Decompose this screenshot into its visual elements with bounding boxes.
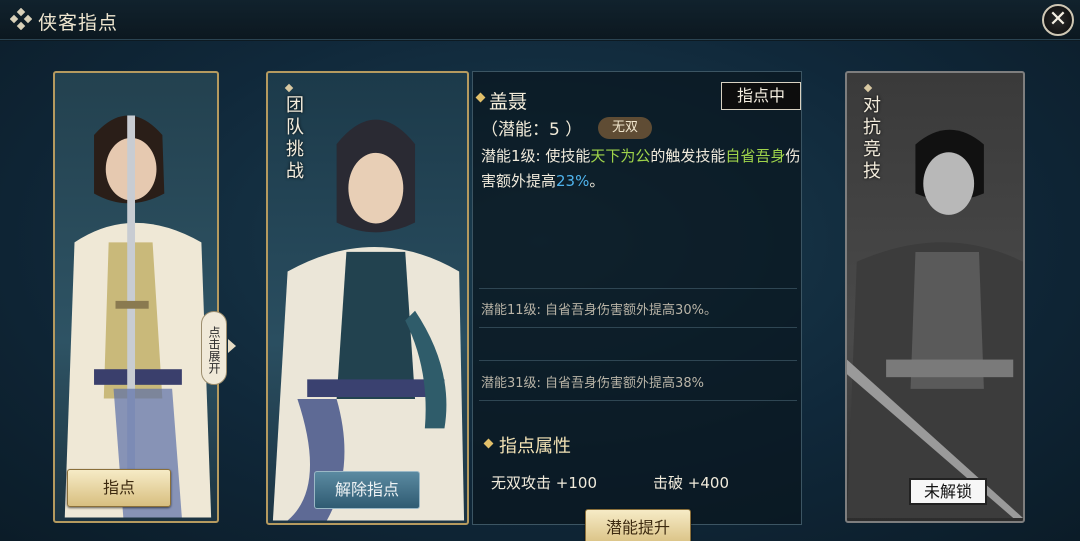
divider [479, 360, 797, 361]
potential-upgrade-button[interactable]: 潜能提升 [585, 509, 691, 541]
page-title: 侠客指点 [38, 12, 119, 34]
main-stage: 指点 点击展开 团队挑战 解除指点 盖聂 指点中 （潜能：5 ） 无双 潜能1级… [0, 41, 1080, 541]
attribute-break: 击破 +400 [653, 472, 729, 493]
expand-tab[interactable]: 点击展开 [201, 311, 227, 385]
attribute-value: +100 [555, 474, 597, 492]
mode-label-pvp: 对抗竞技 [860, 95, 881, 183]
attribute-name: 击破 [653, 474, 684, 492]
close-icon: ✕ [1048, 7, 1068, 32]
potential-level: （潜能：5 ） [481, 120, 583, 140]
divider [479, 327, 797, 328]
name-dot [475, 92, 486, 103]
status-badge: 指点中 [721, 82, 801, 110]
divider [479, 288, 797, 289]
close-button[interactable]: ✕ [1042, 4, 1074, 36]
locked-label: 未解锁 [909, 478, 987, 505]
hero-card-team-challenge[interactable]: 团队挑战 解除指点 [266, 71, 469, 525]
info-panel: 盖聂 指点中 （潜能：5 ） 无双 潜能1级: 使技能天下为公的触发技能自省吾身… [472, 71, 802, 541]
cancel-guide-button[interactable]: 解除指点 [314, 471, 420, 509]
desc-text: 潜能1级: 使技能 [481, 147, 591, 165]
title-knot-icon [10, 8, 32, 30]
skill-name: 自省吾身 [725, 147, 786, 165]
potential-description: 潜能1级: 使技能天下为公的触发技能自省吾身伤害额外提高23%。 [481, 144, 801, 194]
attribute-value: +400 [687, 474, 729, 492]
wushuang-badge: 无双 [598, 117, 652, 139]
attribute-name: 无双攻击 [491, 474, 552, 492]
title-bar: 侠客指点 ✕ [0, 0, 1080, 40]
potential-level-11: 潜能11级: 自省吾身伤害额外提高30%。 [481, 303, 717, 318]
bonus-value: 23% [556, 172, 590, 190]
potential-level-31: 潜能31级: 自省吾身伤害额外提高38% [481, 376, 704, 391]
attribute-wushuang-attack: 无双攻击 +100 [491, 472, 597, 493]
hero-name: 盖聂 [489, 91, 528, 113]
attribute-title: 指点属性 [499, 436, 571, 457]
guide-button[interactable]: 指点 [67, 469, 171, 507]
desc-text: 。 [589, 172, 605, 190]
divider [479, 400, 797, 401]
mode-label-team-challenge: 团队挑战 [283, 95, 304, 183]
expand-arrow-icon[interactable] [228, 339, 236, 353]
skill-name: 天下为公 [590, 147, 651, 165]
hero-card-pvp[interactable]: 对抗竞技 未解锁 [845, 71, 1025, 523]
desc-text: 的触发技能 [650, 147, 726, 165]
hero-card-left[interactable]: 指点 [53, 71, 219, 523]
attr-dot [483, 438, 494, 449]
hero-figure-left [64, 115, 212, 518]
